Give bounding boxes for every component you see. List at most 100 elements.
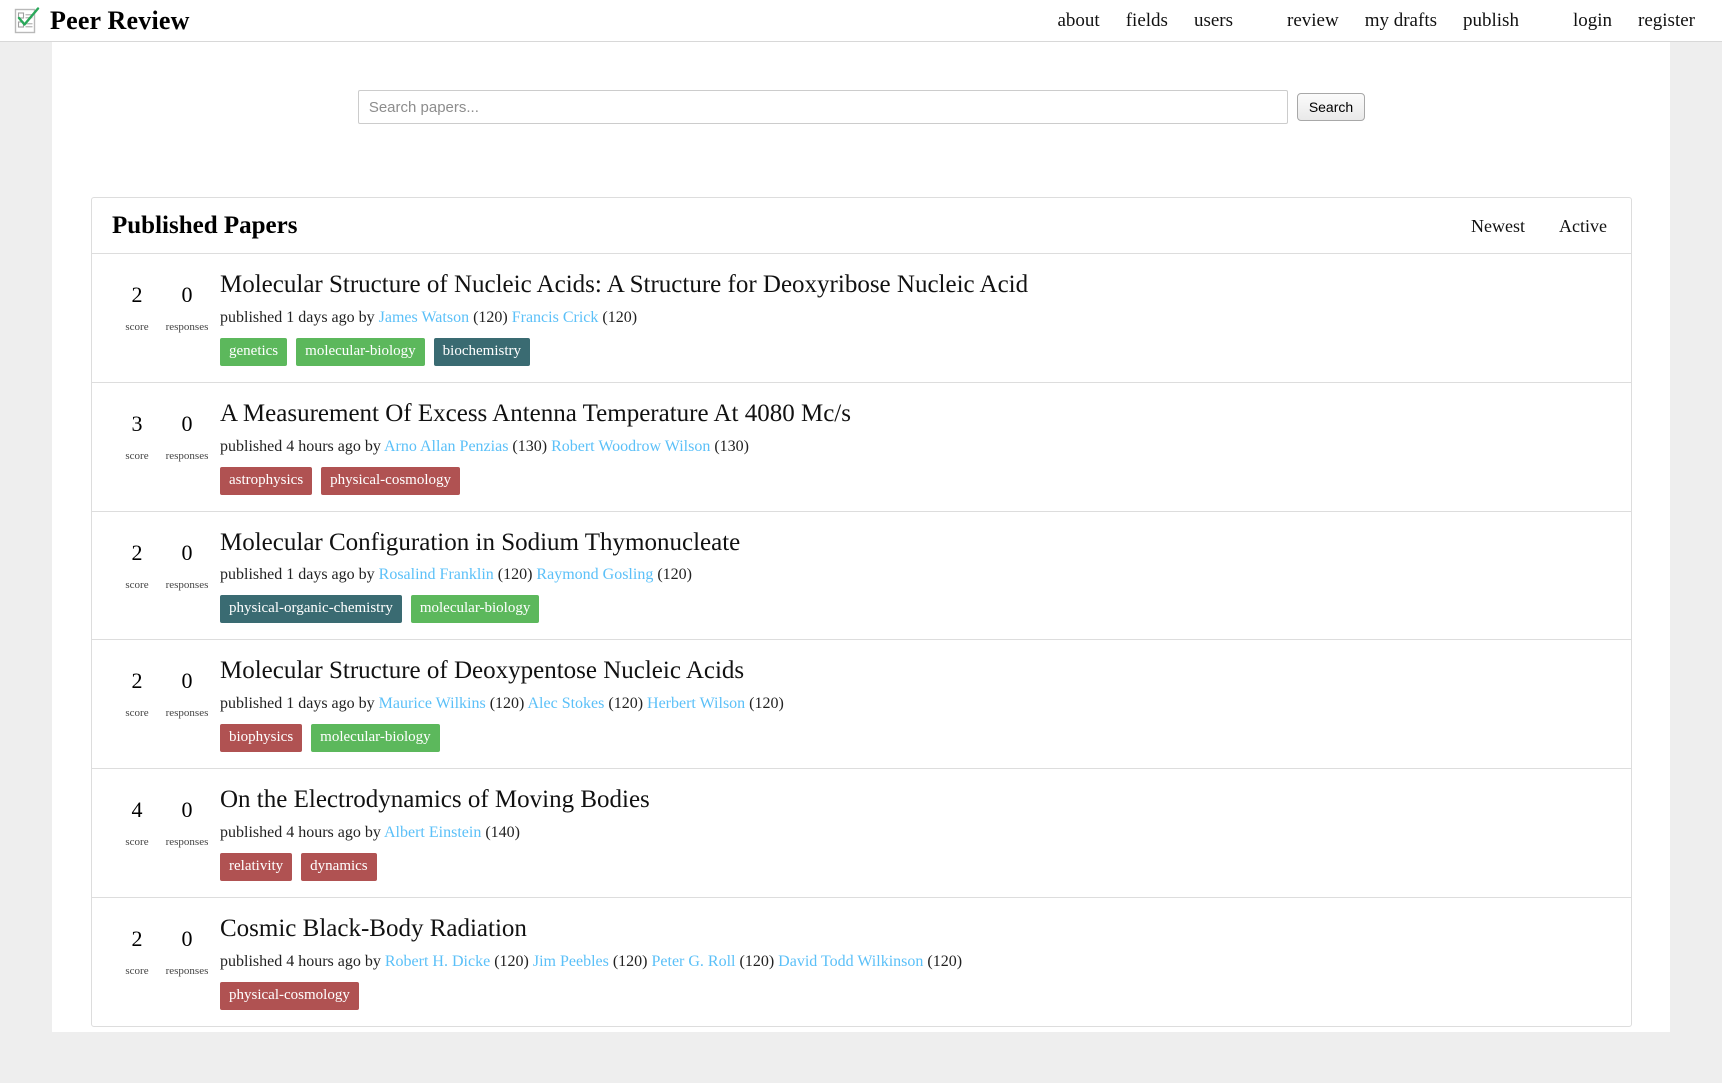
- responses-value: 0: [181, 282, 193, 307]
- tag-link[interactable]: physical-organic-chemistry: [220, 595, 402, 624]
- author-reputation: (120): [739, 952, 775, 970]
- author-link[interactable]: Robert Woodrow Wilson: [551, 438, 710, 455]
- nav-link-my-drafts[interactable]: my drafts: [1352, 8, 1450, 34]
- tag-link[interactable]: molecular-biology: [296, 337, 425, 366]
- author-link[interactable]: Jim Peebles: [533, 953, 609, 970]
- publish-info: published 4 hours ago by: [220, 437, 381, 455]
- nav-link-fields[interactable]: fields: [1113, 8, 1181, 34]
- tag-link[interactable]: biochemistry: [433, 337, 530, 366]
- nav-link-login[interactable]: login: [1560, 8, 1625, 34]
- tag-link[interactable]: astrophysics: [220, 466, 313, 495]
- search-button[interactable]: Search: [1296, 93, 1366, 121]
- author-link[interactable]: Albert Einstein: [384, 824, 481, 841]
- author-link[interactable]: James Watson: [379, 309, 469, 326]
- author-link[interactable]: Rosalind Franklin: [379, 566, 494, 583]
- search-form: Search: [357, 90, 1366, 124]
- responses-stat: 0 responses: [162, 668, 212, 720]
- paper-meta: published 4 hours ago by Arno Allan Penz…: [220, 438, 1611, 456]
- page-container: Search Published Papers Newest Active 2 s…: [52, 42, 1670, 1032]
- paper-list-item: 4 score 0 responses On the Electrodynamics o…: [92, 769, 1631, 898]
- paper-list-item: 2 score 0 responses Molecular Structure of N…: [92, 254, 1631, 383]
- publish-info: published 4 hours ago by: [220, 823, 381, 841]
- score-value: 3: [131, 410, 143, 436]
- nav-link-publish[interactable]: publish: [1450, 8, 1532, 34]
- paper-title-link[interactable]: Molecular Configuration in Sodium Thymon…: [220, 529, 740, 558]
- paper-stats: 4 score 0 responses: [112, 786, 216, 848]
- responses-stat: 0 responses: [162, 797, 212, 848]
- paper-stats: 2 score 0 responses: [112, 657, 216, 720]
- publish-info: published 1 days ago by: [220, 695, 375, 712]
- paper-main: A Measurement Of Excess Antenna Temperat…: [216, 400, 1611, 495]
- paper-list-item: 3 score 0 responses A Measurement Of Excess …: [92, 383, 1631, 512]
- paper-list-item: 2 score 0 responses Molecular Structure of D…: [92, 640, 1631, 769]
- responses-stat: 0 responses: [162, 926, 212, 977]
- author-reputation: (120): [497, 566, 533, 584]
- paper-title-link[interactable]: On the Electrodynamics of Moving Bodies: [220, 786, 650, 815]
- responses-value: 0: [181, 797, 193, 822]
- score-value: 2: [131, 668, 143, 694]
- paper-list-item: 2 score 0 responses Cosmic Black-Body Radiat…: [92, 898, 1631, 1026]
- tag-link[interactable]: biophysics: [220, 724, 303, 752]
- author-link[interactable]: Maurice Wilkins: [379, 695, 486, 712]
- paper-tags: astrophysics physical-cosmology: [220, 466, 1611, 495]
- nav-link-register[interactable]: register: [1625, 8, 1708, 34]
- nav-link-users[interactable]: users: [1181, 8, 1246, 34]
- tag-link[interactable]: genetics: [220, 337, 288, 366]
- sort-newest[interactable]: Newest: [1467, 214, 1529, 239]
- author-link[interactable]: Francis Crick: [512, 309, 599, 326]
- paper-tags: relativity dynamics: [220, 852, 1611, 881]
- responses-label: responses: [165, 449, 209, 462]
- author-link[interactable]: Herbert Wilson: [647, 695, 745, 712]
- paper-stats: 2 score 0 responses: [112, 271, 216, 333]
- top-navbar: Peer Review about fields users review my…: [0, 0, 1722, 42]
- author-reputation: (130): [512, 437, 548, 455]
- paper-list-item: 2 score 0 responses Molecular Configuration …: [92, 512, 1631, 641]
- score-label: score: [125, 707, 149, 720]
- paper-main: On the Electrodynamics of Moving Bodies p…: [216, 786, 1611, 881]
- tag-link[interactable]: molecular-biology: [410, 595, 540, 624]
- publish-info: published 1 days ago by: [220, 566, 375, 584]
- score-stat: 2 score: [112, 668, 162, 720]
- score-stat: 3 score: [112, 410, 162, 462]
- brand-home-link[interactable]: Peer Review: [14, 6, 190, 36]
- responses-value: 0: [181, 668, 193, 694]
- author-link[interactable]: David Todd Wilkinson: [778, 953, 923, 970]
- paper-title-link[interactable]: Cosmic Black-Body Radiation: [220, 915, 527, 944]
- nav-group-primary: about fields users: [1045, 8, 1247, 34]
- score-label: score: [125, 449, 149, 462]
- responses-label: responses: [165, 321, 209, 334]
- score-value: 2: [131, 539, 143, 565]
- score-stat: 2 score: [112, 539, 162, 591]
- published-papers-panel: Published Papers Newest Active 2 score 0 re…: [91, 197, 1632, 1027]
- paper-main: Molecular Configuration in Sodium Thymon…: [216, 529, 1611, 624]
- author-link[interactable]: Robert H. Dicke: [385, 953, 490, 970]
- brand-title: Peer Review: [50, 5, 190, 35]
- paper-title-link[interactable]: A Measurement Of Excess Antenna Temperat…: [220, 400, 851, 429]
- tag-link[interactable]: dynamics: [301, 852, 377, 881]
- nav-group-actions: review my drafts publish: [1274, 8, 1532, 34]
- paper-main: Molecular Structure of Deoxypentose Nucl…: [216, 657, 1611, 752]
- paper-title-link[interactable]: Molecular Structure of Nucleic Acids: A …: [220, 271, 1028, 300]
- author-reputation: (120): [749, 695, 784, 712]
- paper-title-link[interactable]: Molecular Structure of Deoxypentose Nucl…: [220, 657, 744, 686]
- tag-link[interactable]: physical-cosmology: [220, 981, 359, 1010]
- paper-stats: 2 score 0 responses: [112, 529, 216, 591]
- nav-link-about[interactable]: about: [1045, 8, 1113, 34]
- tag-link[interactable]: physical-cosmology: [321, 466, 460, 495]
- author-link[interactable]: Raymond Gosling: [536, 566, 653, 583]
- author-reputation: (130): [714, 437, 749, 455]
- nav-group-account: login register: [1560, 8, 1708, 34]
- tag-link[interactable]: relativity: [220, 852, 293, 881]
- nav-link-review[interactable]: review: [1274, 8, 1352, 34]
- search-input[interactable]: [357, 90, 1288, 124]
- checklist-check-icon: [14, 6, 40, 35]
- tag-link[interactable]: molecular-biology: [311, 724, 440, 752]
- sort-active[interactable]: Active: [1555, 214, 1611, 239]
- paper-main: Cosmic Black-Body Radiation published 4 h…: [216, 915, 1611, 1010]
- score-stat: 4 score: [112, 797, 162, 848]
- author-link[interactable]: Arno Allan Penzias: [384, 438, 508, 455]
- author-link[interactable]: Peter G. Roll: [652, 953, 736, 970]
- score-value: 4: [131, 797, 143, 822]
- responses-label: responses: [165, 707, 209, 720]
- author-link[interactable]: Alec Stokes: [527, 695, 604, 712]
